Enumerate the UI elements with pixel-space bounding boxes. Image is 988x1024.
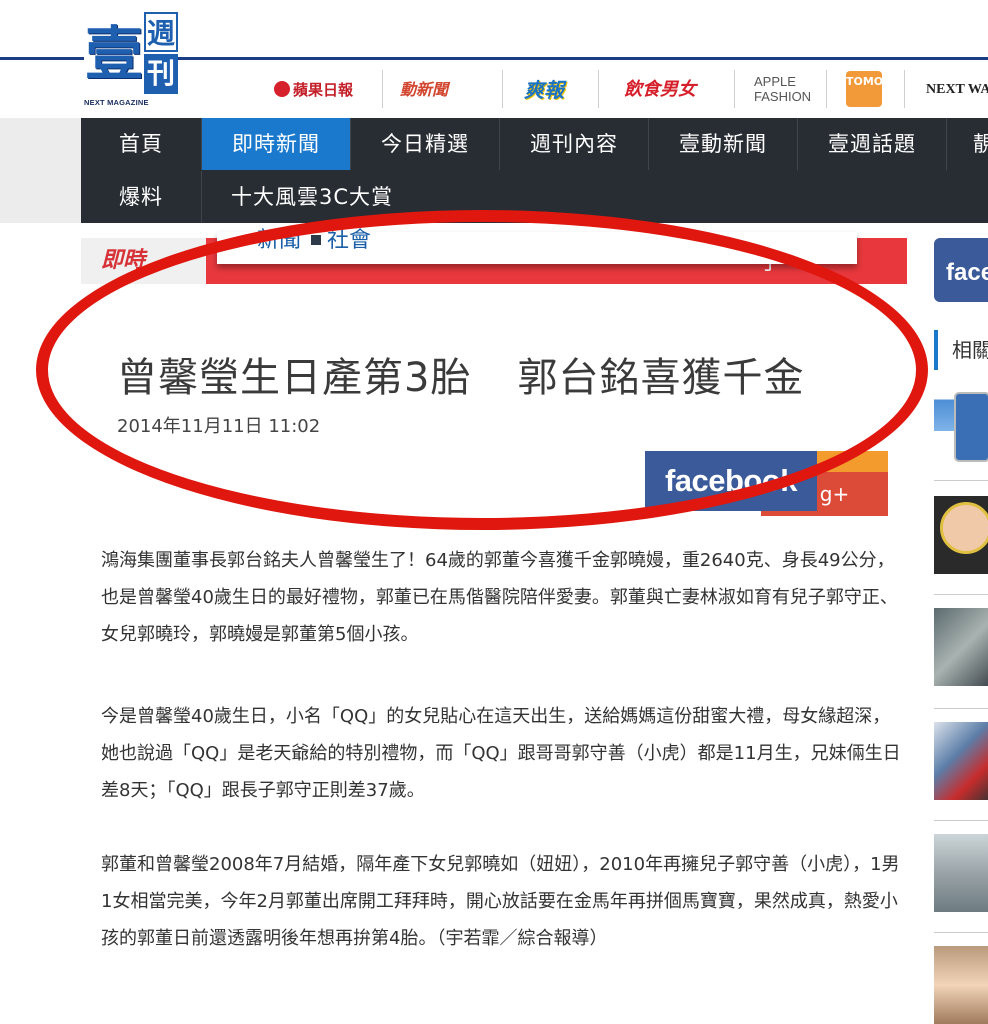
brand-label: 蘋果日報 [293, 81, 354, 99]
brand-link-next-watch[interactable]: NEXT WATCH 靚 [926, 70, 988, 110]
sidebar: face 相關 [934, 238, 988, 1024]
site-logo[interactable]: 壹 週 刊 NEXT MAGAZINE [84, 12, 178, 108]
brand-label: APPLE FASHION [754, 74, 812, 104]
title-part-2: 郭台銘喜獲千金 [517, 354, 805, 401]
logo-char-top: 週 [144, 12, 178, 52]
brand-divider [598, 70, 599, 108]
title-part-1: 曾馨瑩生日產第3胎 [117, 354, 472, 401]
sidebar-divider [934, 932, 988, 933]
main-nav: 首頁 即時新聞 今日精選 週刊內容 壹動新聞 壹週話題 靚 爆料 十大風雲3C大… [0, 118, 988, 223]
nav-item-jing[interactable]: 靚 [947, 118, 988, 170]
nav-item-weekly-topic[interactable]: 壹週話題 [798, 118, 947, 170]
logo-tagline: NEXT MAGAZINE [84, 98, 149, 107]
section-logo: 即時 [81, 238, 206, 284]
nav-item-home[interactable]: 首頁 [81, 118, 202, 170]
related-thumbnail[interactable] [934, 496, 988, 574]
phone-image [954, 392, 988, 462]
brand-link-dong-news[interactable]: 動新聞 [400, 70, 448, 110]
related-heading: 相關 [934, 330, 988, 370]
article-paragraph: 鴻海集團董事長郭台銘夫人曾馨瑩生了！64歲的郭董今喜獲千金郭曉嫚，重2640克、… [101, 550, 898, 645]
breadcrumb-item-news[interactable]: 新聞 [257, 228, 301, 253]
brand-link-fashion[interactable]: APPLE FASHION [754, 74, 814, 114]
sidebar-divider [934, 820, 988, 821]
nav-bar: 首頁 即時新聞 今日精選 週刊內容 壹動新聞 壹週話題 靚 爆料 十大風雲3C大… [81, 118, 988, 223]
nav-item-dong-news[interactable]: 壹動新聞 [649, 118, 798, 170]
article-paragraph: 今是曾馨瑩40歲生日，小名「QQ」的女兒貼心在這天出生，送給媽媽這份甜蜜大禮，母… [101, 706, 901, 801]
nav-item-realtime-news[interactable]: 即時新聞 [202, 118, 351, 170]
breadcrumb-item-society[interactable]: 社會 [327, 228, 371, 253]
brand-link-shuang-bao[interactable]: 爽報 [524, 70, 564, 110]
brand-divider [382, 70, 383, 108]
sidebar-divider [934, 594, 988, 595]
article: 即時 了 新聞社會 曾馨瑩生日產第3胎郭台銘喜獲千金 2014年11月11日 1… [81, 228, 907, 1024]
apple-icon [274, 81, 290, 97]
sidebar-divider [934, 480, 988, 481]
facebook-like-box[interactable]: face [934, 238, 988, 302]
person-image [940, 502, 988, 554]
nav-item-today-picks[interactable]: 今日精選 [351, 118, 500, 170]
brand-divider [904, 70, 905, 108]
nav-item-3c-awards[interactable]: 十大風雲3C大賞 [202, 171, 422, 223]
brand-divider [502, 70, 503, 108]
brand-divider [826, 70, 827, 108]
brand-divider [734, 70, 735, 108]
article-paragraph: 郭董和曾馨瑩2008年7月結婚，隔年產下女兒郭曉如（妞妞），2010年再擁兒子郭… [101, 854, 900, 949]
brand-link-tomo[interactable]: TOMO NEWS [846, 71, 924, 107]
breadcrumb: 新聞 社會 [257, 222, 371, 254]
nav-item-weekly-content[interactable]: 週刊內容 [500, 118, 649, 170]
related-thumbnail[interactable] [934, 722, 988, 800]
breadcrumb-bar: 新聞 社會 [217, 228, 857, 264]
site-header: 壹 週 刊 NEXT MAGAZINE 蘋果日報 動新聞 爽報 飲食男女 APP… [0, 0, 988, 118]
breadcrumb-separator-icon [311, 235, 322, 245]
nav-item-tip-off[interactable]: 爆料 [81, 171, 202, 223]
logo-char-bottom: 刊 [144, 54, 178, 94]
related-thumbnail[interactable] [934, 388, 988, 466]
related-thumbnail[interactable] [934, 608, 988, 686]
article-date: 2014年11月11日 11:02 [117, 416, 321, 437]
article-title: 曾馨瑩生日產第3胎 郭台銘喜獲千金 [117, 345, 897, 403]
brand-link-food[interactable]: 飲食男女 [624, 70, 696, 110]
related-thumbnail[interactable] [934, 946, 988, 1024]
related-thumbnail[interactable] [934, 834, 988, 912]
brand-link-apple-daily[interactable]: 蘋果日報 [274, 70, 353, 110]
sidebar-divider [934, 708, 988, 709]
share-facebook-button[interactable]: facebook [645, 451, 817, 511]
logo-main-char: 壹 [84, 12, 144, 100]
